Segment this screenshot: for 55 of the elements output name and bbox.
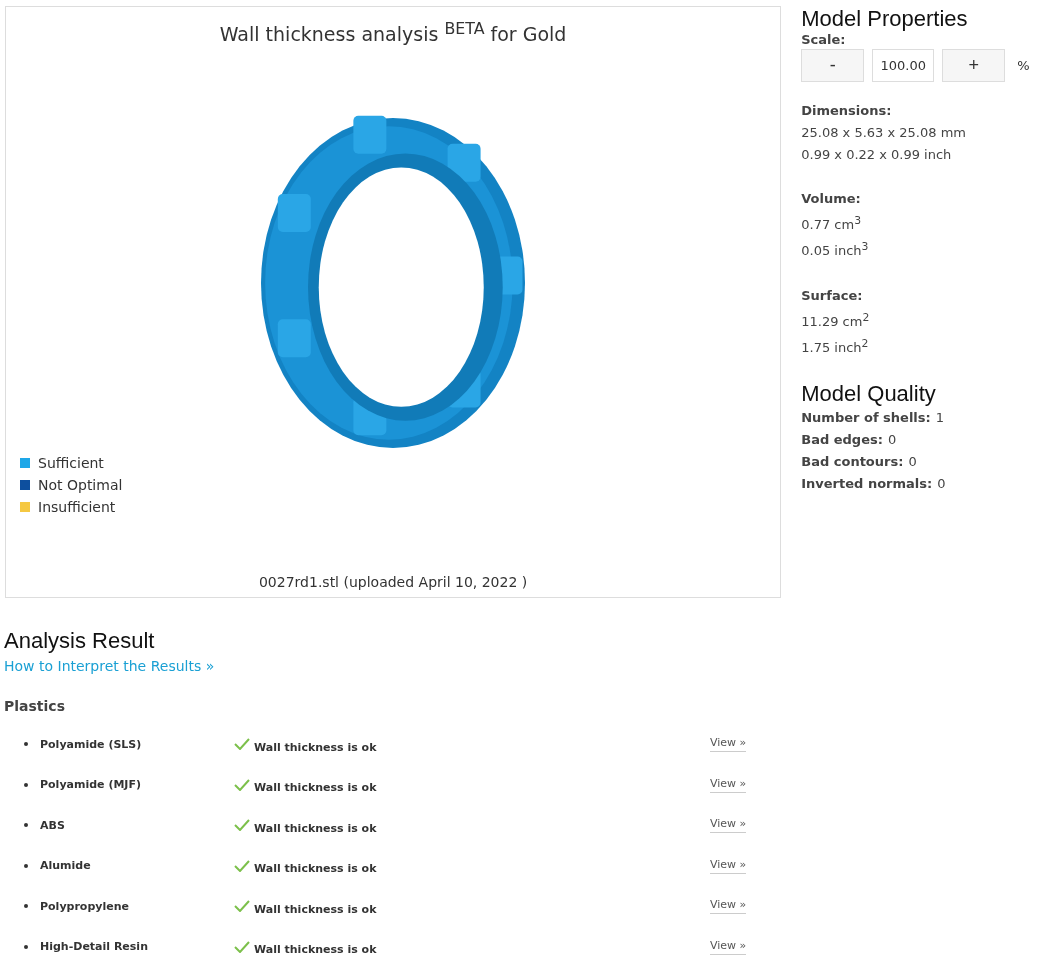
property-value: 0.99 x 0.22 x 0.99 inch [801, 146, 953, 164]
increase-button[interactable]: + [942, 49, 1006, 82]
view-link[interactable]: View » [710, 938, 747, 955]
status-message: Wall thickness is ok [254, 943, 377, 957]
view-link[interactable]: View » [710, 736, 747, 753]
decrease-button[interactable]: - [801, 49, 865, 82]
status-message: Wall thickness is ok [254, 821, 377, 835]
property-value: 0.05 inch$^{3}$ [801, 239, 870, 261]
quality-value: 0 [908, 453, 917, 472]
status-message: Wall thickness is ok [254, 902, 377, 916]
status-message: Wall thickness is ok [254, 862, 377, 876]
property-label: Surface: [801, 286, 864, 305]
quality-label: Inverted normals: [801, 475, 933, 494]
bullet-icon [24, 944, 28, 949]
bullet-icon [24, 904, 28, 909]
material-name: Polypropylene [40, 899, 130, 913]
legend-label: Sufficient [38, 455, 104, 471]
property-value: 11.29 cm$^{2}$ [801, 309, 871, 331]
view-link[interactable]: View » [710, 776, 747, 793]
category-heading: Plastics [4, 698, 66, 714]
view-link[interactable]: View » [710, 898, 747, 915]
bullet-icon [24, 742, 28, 747]
section-title: Analysis Result [4, 628, 156, 654]
property-value: 1.75 inch$^{2}$ [801, 336, 870, 358]
unit-label: % [1017, 58, 1030, 73]
material-name: Alumide [40, 859, 92, 873]
quality-value: 0 [937, 475, 946, 494]
quality-value: 0 [887, 431, 897, 450]
material-name: High-Detail Resin [40, 940, 149, 954]
property-value: 0.77 cm$^{3}$ [801, 213, 862, 235]
material-name: ABS [40, 818, 66, 832]
scale-input[interactable]: 100.00 [872, 49, 935, 82]
quality-label: Bad edges: [801, 431, 883, 450]
section-title: Model Quality [801, 381, 937, 408]
view-link[interactable]: View » [710, 857, 747, 874]
section-title: Model Properties [801, 6, 969, 32]
bullet-icon [24, 863, 28, 868]
material-name: Polyamide (SLS) [40, 737, 143, 751]
quality-value: 1 [935, 409, 945, 428]
legend-label: Insufficient [38, 499, 116, 515]
status-message: Wall thickness is ok [254, 781, 377, 795]
property-label: Volume: [801, 190, 862, 208]
scale-label: Scale: [801, 32, 847, 47]
quality-label: Number of shells: [801, 409, 931, 428]
property-label: Dimensions: [801, 102, 893, 120]
legend-label: Not Optimal [38, 477, 123, 493]
file-caption: 0027rd1.stl (uploaded April 10, 2022 ) [258, 574, 528, 590]
viewer-title: Wall thickness analysis $^{BETA}$ for Gold [219, 19, 567, 46]
view-link[interactable]: View » [710, 817, 747, 834]
bullet-icon [24, 823, 28, 828]
property-value: 25.08 x 5.63 x 25.08 mm [801, 124, 967, 142]
material-name: Polyamide (MJF) [40, 778, 142, 792]
bullet-icon [24, 782, 28, 787]
quality-label: Bad contours: [801, 453, 904, 472]
status-message: Wall thickness is ok [254, 740, 377, 754]
